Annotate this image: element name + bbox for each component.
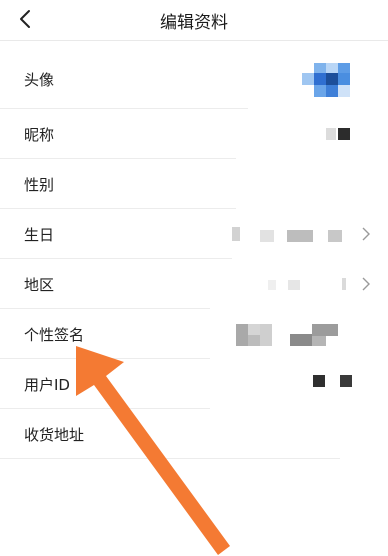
top-bar: 编辑资料 (0, 0, 388, 41)
divider (0, 458, 340, 459)
avatar[interactable] (300, 63, 352, 109)
row-label-avatar: 头像 (24, 71, 55, 89)
row-user-id[interactable]: 用户ID (0, 360, 388, 409)
edit-profile-screen: 编辑资料 头像 昵称 性别 生日 地区 个性签名 用户ID 收货地址 (0, 0, 388, 556)
row-nickname[interactable]: 昵称 (0, 110, 388, 159)
divider (0, 308, 210, 309)
row-label-shipping-address: 收货地址 (24, 426, 85, 444)
signature-value-part (248, 335, 260, 346)
signature-value-part (312, 324, 338, 336)
region-value-part (342, 278, 346, 290)
chevron-right-icon (362, 277, 370, 291)
row-avatar[interactable]: 头像 (0, 55, 388, 105)
birthday-value-part (260, 230, 274, 242)
region-value (268, 280, 276, 290)
row-birthday[interactable]: 生日 (0, 210, 388, 259)
user-id-value-part (340, 375, 352, 387)
row-label-region: 地区 (24, 276, 55, 294)
birthday-value-part (287, 230, 313, 242)
signature-value-part (312, 336, 326, 346)
user-id-value (313, 375, 325, 387)
divider (0, 408, 210, 409)
nickname-value-part (338, 128, 350, 140)
birthday-value (232, 227, 240, 241)
row-gender[interactable]: 性别 (0, 160, 388, 209)
signature-value-part (248, 324, 260, 335)
divider (0, 158, 236, 159)
signature-value (236, 324, 248, 346)
signature-value-part (260, 324, 272, 346)
page-title: 编辑资料 (160, 13, 228, 33)
row-label-gender: 性别 (24, 176, 55, 194)
row-label-signature: 个性签名 (24, 326, 85, 344)
divider (0, 208, 236, 209)
row-label-user-id: 用户ID (24, 376, 70, 394)
row-label-birthday: 生日 (24, 226, 55, 244)
divider (0, 358, 210, 359)
birthday-value-part (328, 230, 342, 242)
region-value-part (288, 280, 300, 290)
row-label-nickname: 昵称 (24, 126, 55, 144)
nickname-value (326, 128, 336, 140)
signature-value-part (290, 334, 312, 346)
row-region[interactable]: 地区 (0, 260, 388, 309)
divider (0, 258, 232, 259)
divider (0, 108, 248, 109)
chevron-right-icon (362, 227, 370, 241)
row-shipping-address[interactable]: 收货地址 (0, 410, 388, 459)
row-signature[interactable]: 个性签名 (0, 310, 388, 359)
